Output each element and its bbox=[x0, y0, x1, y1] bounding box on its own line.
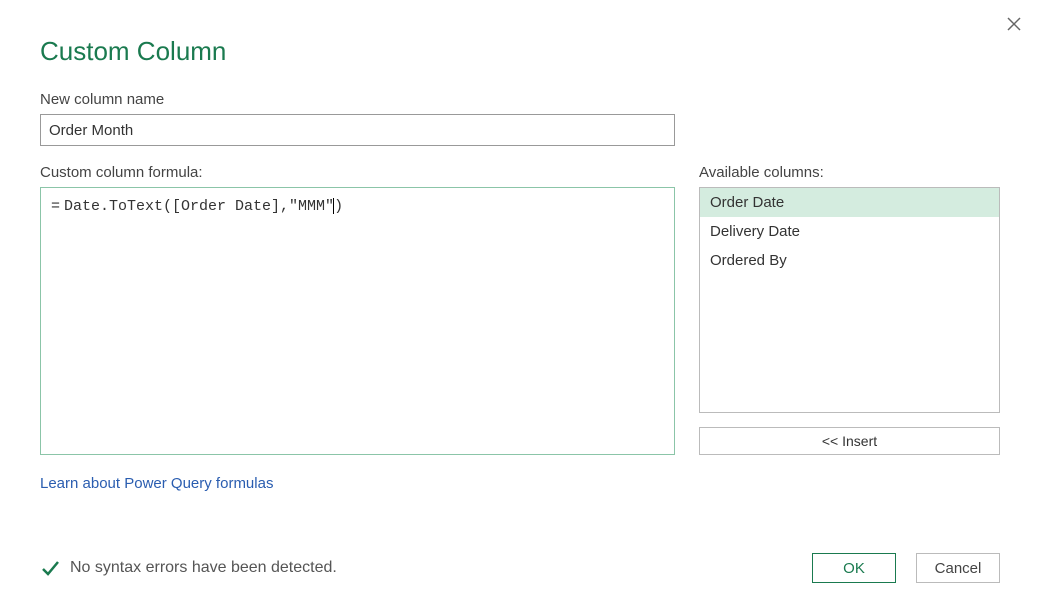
formula-prefix: = bbox=[51, 196, 60, 217]
dialog-body: Custom Column New column name Custom col… bbox=[0, 0, 1040, 522]
new-column-input[interactable] bbox=[40, 114, 675, 146]
new-column-label: New column name bbox=[40, 91, 1000, 108]
status-text: No syntax errors have been detected. bbox=[70, 559, 337, 577]
close-button[interactable] bbox=[1004, 14, 1024, 34]
check-icon bbox=[40, 558, 60, 578]
formula-label: Custom column formula: bbox=[40, 164, 675, 181]
learn-link[interactable]: Learn about Power Query formulas bbox=[40, 475, 273, 492]
formula-text: Date.ToText([Order Date],"MMM") bbox=[64, 196, 343, 217]
dialog-footer: No syntax errors have been detected. OK … bbox=[40, 553, 1000, 583]
dialog-title: Custom Column bbox=[40, 36, 1000, 67]
available-column-item[interactable]: Ordered By bbox=[700, 246, 999, 275]
available-column-item[interactable]: Delivery Date bbox=[700, 217, 999, 246]
cancel-button[interactable]: Cancel bbox=[916, 553, 1000, 583]
available-column-item[interactable]: Order Date bbox=[700, 188, 999, 217]
status-area: No syntax errors have been detected. bbox=[40, 558, 337, 578]
close-icon bbox=[1006, 16, 1022, 32]
available-columns-list[interactable]: Order DateDelivery DateOrdered By bbox=[699, 187, 1000, 413]
ok-button[interactable]: OK bbox=[812, 553, 896, 583]
button-row: OK Cancel bbox=[812, 553, 1000, 583]
formula-textarea[interactable]: =Date.ToText([Order Date],"MMM") bbox=[40, 187, 675, 455]
insert-button[interactable]: << Insert bbox=[699, 427, 1000, 455]
available-label: Available columns: bbox=[699, 164, 1000, 181]
